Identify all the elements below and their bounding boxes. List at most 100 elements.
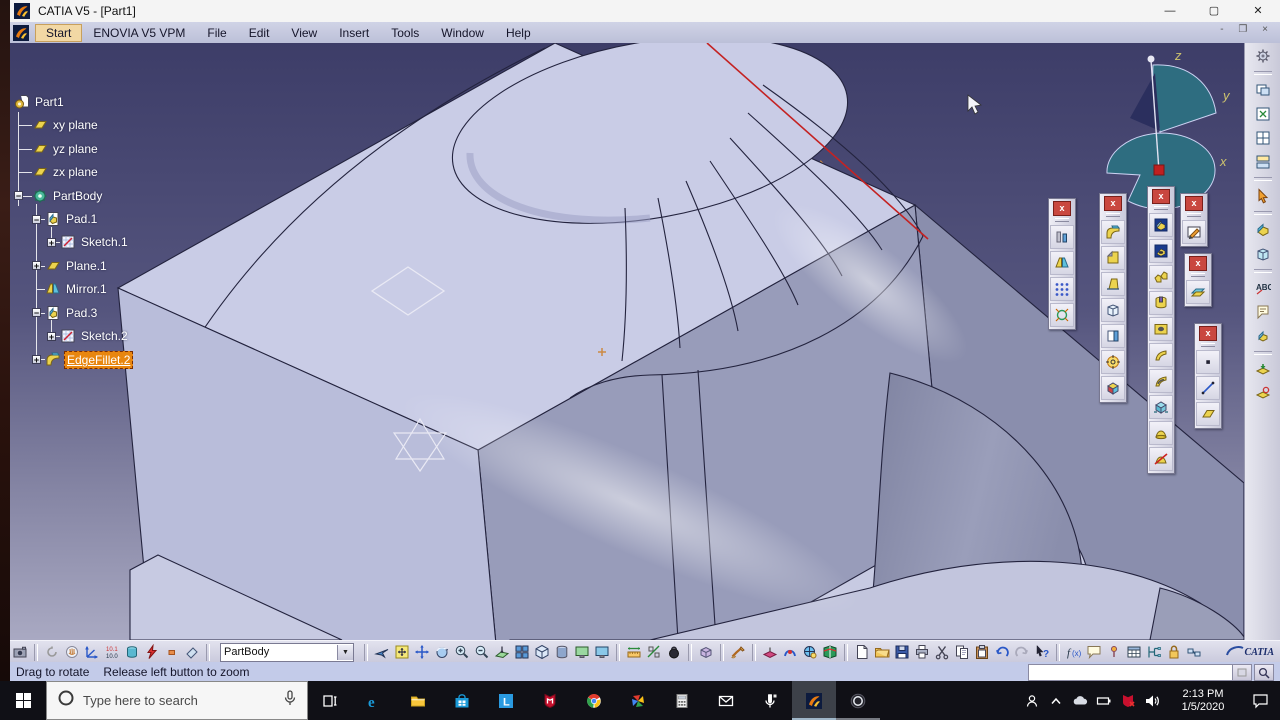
menu-file[interactable]: File [196, 24, 237, 42]
annotation-icon[interactable] [1251, 301, 1275, 323]
taskbar-clock[interactable]: 2:13 PM 1/5/2020 [1168, 688, 1238, 714]
pad-feature-icon[interactable] [1149, 213, 1173, 237]
close-toolbar-icon[interactable]: x [1053, 201, 1071, 216]
mdi-window-controls[interactable]: - ❐ × [1220, 24, 1274, 35]
scaling-icon[interactable] [1050, 303, 1074, 327]
tree-item-part1[interactable]: Part1 [33, 94, 66, 110]
tray-onedrive[interactable] [1068, 681, 1092, 720]
edge-fillet-icon[interactable] [1101, 220, 1125, 244]
thread-icon[interactable] [1101, 350, 1125, 374]
capture-camera-icon[interactable] [10, 643, 30, 662]
world-target-icon[interactable] [800, 643, 820, 662]
removed-multi-section-icon[interactable] [1149, 447, 1173, 471]
quick-views-icon[interactable] [512, 643, 532, 662]
menu-edit[interactable]: Edit [238, 24, 281, 42]
taskbar-catia-active[interactable] [792, 681, 836, 720]
axis-system-icon[interactable] [82, 643, 102, 662]
plane-ref-icon[interactable] [1196, 402, 1220, 426]
tray-battery[interactable] [1092, 681, 1116, 720]
new-document-icon[interactable] [852, 643, 872, 662]
power-input-field[interactable] [1028, 664, 1234, 681]
toolbar-sketcher[interactable]: x [1180, 193, 1208, 247]
tree-item-yz-plane[interactable]: yz plane [51, 141, 100, 157]
menu-tools[interactable]: Tools [380, 24, 430, 42]
solid-combine-icon[interactable] [1149, 395, 1173, 419]
taskbar-voice-recorder[interactable] [748, 681, 792, 720]
tray-volume[interactable] [1140, 681, 1164, 720]
multi-section-icon[interactable] [1149, 421, 1173, 445]
close-toolbar-icon[interactable]: x [1152, 189, 1170, 204]
tree-item-zx-plane[interactable]: zx plane [51, 164, 100, 180]
lock-icon[interactable] [1164, 643, 1184, 662]
pad-small-icon[interactable] [1251, 325, 1275, 347]
taskbar-file-explorer[interactable] [396, 681, 440, 720]
rect-pattern-icon[interactable] [1050, 277, 1074, 301]
close-toolbar-icon[interactable]: x [1199, 326, 1217, 341]
tree-expand-partbody[interactable]: − [14, 191, 23, 201]
window-grid-icon[interactable] [1251, 127, 1275, 149]
tree-expand-pad-3[interactable]: − [32, 308, 41, 318]
close-toolbar-icon[interactable]: x [1189, 256, 1207, 271]
menu-view[interactable]: View [280, 24, 328, 42]
toolbar-grip[interactable] [1055, 218, 1069, 222]
tree-item-sketch-1[interactable]: Sketch.1 [79, 234, 130, 250]
menu-window[interactable]: Window [430, 24, 495, 42]
groove-icon[interactable] [1149, 291, 1173, 315]
measure-between-icon[interactable] [624, 643, 644, 662]
toolbar-grip[interactable] [1187, 213, 1201, 217]
tree-item-sketch-2[interactable]: Sketch.2 [79, 328, 130, 344]
zoom-out-icon[interactable] [472, 643, 492, 662]
point-icon[interactable] [1196, 350, 1220, 374]
dialog-expand-button[interactable] [1232, 664, 1252, 681]
mass-properties-icon[interactable] [664, 643, 684, 662]
toolbar-grip[interactable] [1191, 273, 1205, 277]
compass-origin-handle[interactable] [1153, 164, 1165, 176]
catalog-browse-icon[interactable] [1251, 383, 1275, 405]
toolbar-grip[interactable] [1201, 343, 1215, 347]
extract-surface-icon[interactable] [1186, 280, 1210, 304]
feature-magenta-icon[interactable] [760, 643, 780, 662]
taskbar-app-l[interactable]: L [484, 681, 528, 720]
sketch-pencil-icon[interactable] [1182, 220, 1206, 244]
start-button[interactable] [0, 681, 46, 720]
look-screen-2-icon[interactable] [592, 643, 612, 662]
toolbar-grip[interactable] [1106, 213, 1120, 217]
microphone-icon[interactable] [283, 690, 297, 711]
paste-icon[interactable] [972, 643, 992, 662]
depth-effect-icon[interactable] [696, 643, 716, 662]
fly-mode-icon[interactable] [372, 643, 392, 662]
taskbar-chrome[interactable] [572, 681, 616, 720]
tree-item-edgefillet-2[interactable]: EdgeFillet.2 [64, 351, 134, 370]
design-table-icon[interactable] [1124, 643, 1144, 662]
close-button[interactable]: ✕ [1236, 0, 1280, 22]
taskbar-mail[interactable] [704, 681, 748, 720]
taskbar-calculator[interactable] [660, 681, 704, 720]
snap-numbers-icon[interactable]: 10.1 10.0 [102, 643, 122, 662]
menu-start[interactable]: Start [35, 23, 83, 42]
knowledge-dot-icon[interactable] [1104, 643, 1124, 662]
taskbar-edge[interactable]: e [352, 681, 396, 720]
hand-rotate-icon[interactable] [62, 643, 82, 662]
tree-expand-edgefillet-2[interactable]: + [32, 354, 41, 364]
close-toolbar-icon[interactable]: x [1104, 196, 1122, 211]
library-book-icon[interactable] [820, 643, 840, 662]
menu-help[interactable]: Help [495, 24, 542, 42]
menu-insert[interactable]: Insert [328, 24, 380, 42]
normal-view-icon[interactable] [492, 643, 512, 662]
orange-chip-icon[interactable] [162, 643, 182, 662]
draft-angle-icon[interactable] [1101, 272, 1125, 296]
tree-expand-sketch-1[interactable]: + [47, 237, 56, 247]
catalog-open-icon[interactable] [1251, 359, 1275, 381]
cylinder-exchange-icon[interactable] [122, 643, 142, 662]
window-tile-icon[interactable] [1251, 151, 1275, 173]
slot-icon[interactable] [1149, 369, 1173, 393]
taskbar-search[interactable]: Type here to search [46, 681, 308, 720]
translate-icon[interactable] [1050, 225, 1074, 249]
pad-view-icon[interactable] [1251, 219, 1275, 241]
gear-icon[interactable] [1251, 45, 1275, 67]
shell-icon[interactable] [1101, 298, 1125, 322]
tree-item-partbody[interactable]: PartBody [51, 188, 104, 204]
action-center-button[interactable] [1242, 681, 1280, 720]
tree-item-pad-1[interactable]: Pad.1 [64, 211, 99, 227]
pan-icon[interactable] [412, 643, 432, 662]
